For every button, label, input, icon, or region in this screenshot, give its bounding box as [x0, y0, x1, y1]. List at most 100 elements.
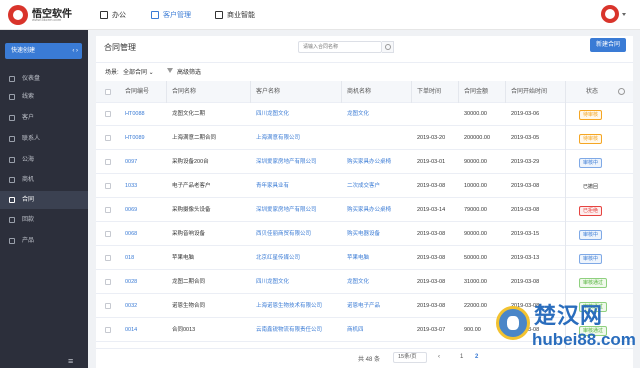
header-status[interactable]: 状态	[586, 81, 598, 103]
cell-customer-name[interactable]: 北京红星传媒公司	[256, 247, 300, 270]
table-row[interactable]: 0028 龙图二期合同 四川龙图文化 龙图文化 2019-03-08 31000.00 20…	[96, 271, 633, 294]
header-contract-code[interactable]: 合同编号	[125, 81, 149, 103]
cell-opportunity-name[interactable]: 商机四	[347, 319, 364, 342]
cell-contract-code[interactable]: 0014	[125, 319, 137, 342]
new-contract-button[interactable]: 新建合同	[590, 38, 626, 52]
row-checkbox[interactable]	[105, 303, 111, 309]
cell-start-date: 2019-03-05	[511, 135, 540, 141]
sidebar-item-dashboard[interactable]: 仪表盘	[0, 70, 88, 88]
cell-contract-name: 电子产品老客户	[172, 183, 211, 189]
cell-customer-name[interactable]: 深圳爱家房地产有限公司	[256, 199, 317, 222]
cell-contract-code[interactable]: 0068	[125, 223, 137, 246]
cell-contract-code[interactable]: 0097	[125, 151, 137, 174]
sidebar-item-label: 线索	[22, 94, 35, 100]
header-start-date[interactable]: 合同开始时间	[511, 81, 547, 103]
sidebar-item-contracts[interactable]: 合同	[0, 191, 88, 209]
quick-create-button[interactable]: 快速创建 ‹ ›	[5, 43, 82, 59]
cell-customer-name[interactable]: 青年家具业有	[256, 175, 289, 198]
cell-contract-code[interactable]: 0028	[125, 271, 137, 294]
user-avatar[interactable]	[601, 5, 619, 23]
table-row[interactable]: 0097 采购设备200台 深圳爱家房地产有限公司 购买家具办公桌椅 2019-03-0…	[96, 151, 633, 174]
cell-contract-code[interactable]: HT0089	[125, 127, 145, 150]
header-opportunity-name[interactable]: 商机名称	[347, 81, 371, 103]
page-1-button[interactable]: 1	[460, 354, 463, 360]
table-row[interactable]: 0069 采购摄像头设备 深圳爱家房地产有限公司 购买家具办公桌椅 2019-03-14…	[96, 199, 633, 222]
cell-start-date: 2019-03-08	[511, 207, 540, 213]
cell-contract-name: 龙图文化二期	[172, 111, 206, 117]
cell-opportunity-name[interactable]: 购买家具办公桌椅	[347, 151, 391, 174]
column-divider[interactable]	[458, 81, 459, 103]
cell-customer-name[interactable]: 四川龙图文化	[256, 103, 289, 126]
select-all-checkbox[interactable]	[105, 89, 111, 95]
sidebar-item-contacts[interactable]: 联系人	[0, 130, 88, 148]
sidebar-item-payments[interactable]: 回款	[0, 211, 88, 229]
advanced-filter-button[interactable]: 高级筛选	[177, 67, 201, 76]
table-row[interactable]: 1033 电子产品老客户 青年家具业有 二次成交客户 2019-03-08 10000.0…	[96, 175, 633, 198]
table-row[interactable]: HT0088 龙图文化二期 四川龙图文化 龙图文化 30000.00 2019-03-06…	[96, 103, 633, 126]
column-divider[interactable]	[166, 81, 167, 103]
prev-page-button[interactable]: ‹	[438, 354, 440, 360]
cell-customer-name[interactable]: 上海满意有限公司	[256, 127, 300, 150]
cell-opportunity-name[interactable]: 购买电器设备	[347, 223, 380, 246]
search-icon[interactable]	[382, 41, 394, 53]
sidebar-item-customers[interactable]: 客户	[0, 109, 88, 127]
product-icon	[9, 238, 15, 244]
cell-opportunity-name[interactable]: 苹果电脑	[347, 247, 369, 270]
cell-customer-name[interactable]: 云南鑫锐物流有限责任公司	[256, 319, 322, 342]
chevron-down-icon[interactable]	[622, 13, 626, 16]
cell-opportunity-name[interactable]: 诺恩电子产品	[347, 295, 380, 318]
sidebar-item-products[interactable]: 产品	[0, 232, 88, 250]
row-checkbox[interactable]	[105, 327, 111, 333]
cell-contract-code[interactable]: 018	[125, 247, 134, 270]
cell-contract-code[interactable]: 0069	[125, 199, 137, 222]
cell-customer-name[interactable]: 上海诺恩生物技术有限公司	[256, 295, 322, 318]
nav-business-intelligence[interactable]: 商业智能	[215, 0, 255, 30]
sidebar-item-pool[interactable]: 公海	[0, 151, 88, 169]
header-order-date[interactable]: 下单时间	[417, 81, 441, 103]
scene-select[interactable]: 全部合同 ⌄	[123, 67, 154, 76]
row-checkbox[interactable]	[105, 135, 111, 141]
nav-customer-management[interactable]: 客户管理	[151, 0, 191, 30]
row-checkbox[interactable]	[105, 231, 111, 237]
filter-icon[interactable]	[167, 68, 173, 73]
cell-contract-code[interactable]: HT0088	[125, 103, 145, 126]
cell-opportunity-name[interactable]: 二次成交客户	[347, 175, 380, 198]
column-divider[interactable]	[250, 81, 251, 103]
page-2-button[interactable]: 2	[475, 354, 478, 360]
sidebar-item-leads[interactable]: 线索	[0, 88, 88, 106]
header-amount[interactable]: 合同金额	[464, 81, 488, 103]
row-checkbox[interactable]	[105, 183, 111, 189]
table-row[interactable]: 018 苹果电脑 北京红星传媒公司 苹果电脑 2019-03-08 50000.00 201…	[96, 247, 633, 270]
nav-office[interactable]: 办公	[100, 0, 126, 30]
cell-opportunity-name[interactable]: 购买家具办公桌椅	[347, 199, 391, 222]
column-divider[interactable]	[341, 81, 342, 103]
cell-amount: 200000.00	[464, 135, 490, 141]
row-checkbox[interactable]	[105, 255, 111, 261]
column-divider[interactable]	[411, 81, 412, 103]
table-row[interactable]: HT0089 上海满意二期合同 上海满意有限公司 2019-03-20 200000.0…	[96, 127, 633, 150]
gear-icon[interactable]	[618, 88, 625, 95]
page-size-select[interactable]: 15条/页	[393, 352, 427, 363]
cell-customer-name[interactable]: 四川龙图文化	[256, 271, 289, 294]
cell-opportunity-name[interactable]: 龙图文化	[347, 103, 369, 126]
cell-customer-name[interactable]: 西贝佳丽商贸有限公司	[256, 223, 311, 246]
row-checkbox[interactable]	[105, 159, 111, 165]
brand-logo[interactable]: 悟空软件 www.5kcrm.com	[8, 4, 88, 26]
cell-customer-name[interactable]: 深圳爱家房地产有限公司	[256, 151, 317, 174]
table-row[interactable]: 0068 采购音响设备 西贝佳丽商贸有限公司 购买电器设备 2019-03-08 9000…	[96, 223, 633, 246]
sidebar-item-label: 回款	[22, 217, 35, 223]
row-checkbox[interactable]	[105, 207, 111, 213]
cell-contract-code[interactable]: 0032	[125, 295, 137, 318]
header-contract-name[interactable]: 合同名称	[172, 81, 196, 103]
row-checkbox[interactable]	[105, 279, 111, 285]
contact-icon	[9, 136, 15, 142]
search-input[interactable]	[298, 41, 382, 53]
sidebar-item-opportunities[interactable]: 商机	[0, 171, 88, 189]
sidebar-collapse-icon[interactable]: ≡	[68, 356, 73, 366]
column-divider[interactable]	[505, 81, 506, 103]
cell-contract-code[interactable]: 1033	[125, 175, 137, 198]
cell-opportunity-name[interactable]: 龙图文化	[347, 271, 369, 294]
header-customer-name[interactable]: 客户名称	[256, 81, 280, 103]
row-checkbox[interactable]	[105, 111, 111, 117]
lead-icon	[9, 94, 15, 100]
